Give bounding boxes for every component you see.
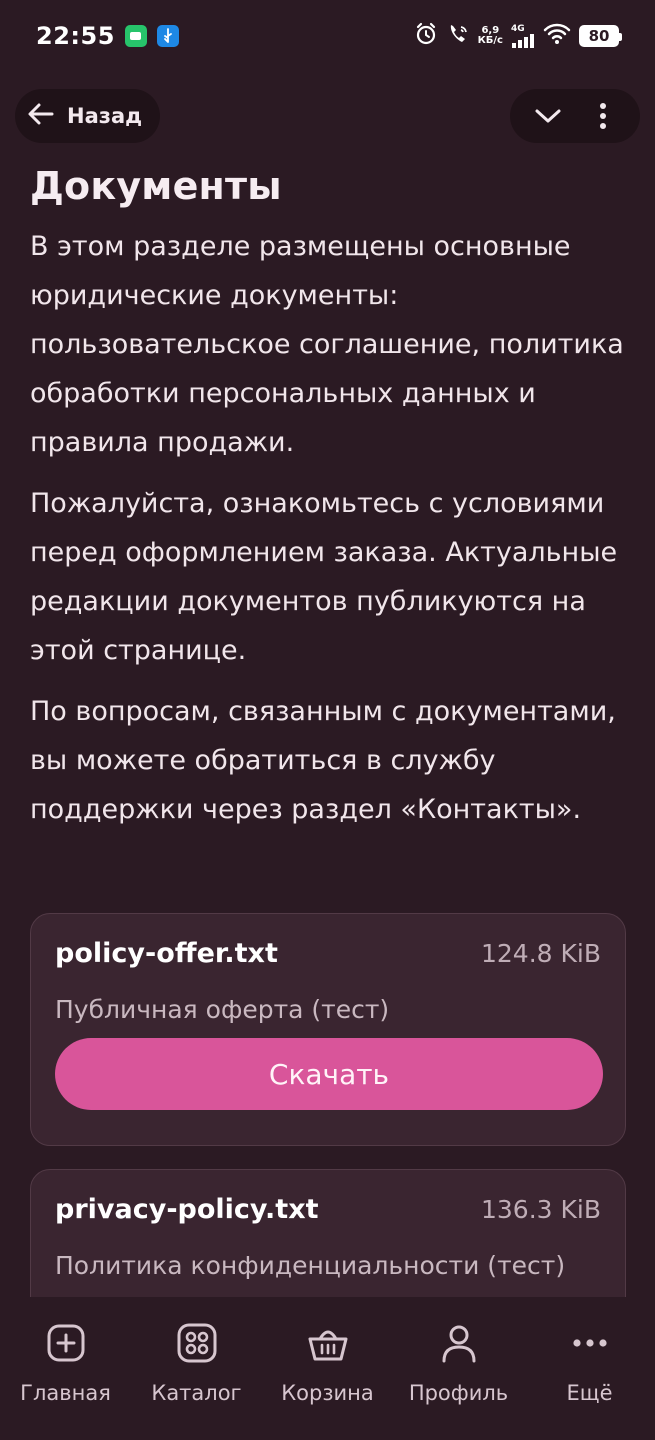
collapse-button[interactable] [523, 91, 573, 141]
status-time: 22:55 [36, 22, 115, 50]
document-file-name: policy-offer.txt [55, 938, 278, 969]
network-type: 4G [511, 24, 525, 34]
status-right: 6,9 КБ/с 4G 80 [414, 22, 622, 50]
document-header: privacy-policy.txt 136.3 KiB [55, 1194, 601, 1225]
battery-indicator: 80 [579, 25, 622, 47]
status-bar: 22:55 6,9 КБ/с 4G 80 [0, 0, 655, 72]
nav-item-more[interactable]: Ещё [530, 1321, 650, 1440]
net-speed-unit: КБ/с [477, 35, 503, 46]
nav-label-catalog: Каталог [151, 1381, 242, 1405]
alarm-icon [414, 22, 438, 50]
battery-saver-icon [124, 25, 147, 47]
nav-item-home[interactable]: Главная [6, 1321, 126, 1440]
plus-square-icon [44, 1321, 88, 1365]
top-actions [510, 89, 640, 143]
nav-label-more: Ещё [566, 1381, 613, 1405]
nav-label-cart: Корзина [281, 1381, 374, 1405]
net-speed: 6,9 КБ/с [478, 26, 503, 46]
more-vertical-icon [599, 103, 606, 129]
document-header: policy-offer.txt 124.8 KiB [55, 938, 601, 969]
download-button[interactable]: Скачать [55, 1038, 603, 1110]
document-file-name: privacy-policy.txt [55, 1194, 319, 1225]
arrow-left-icon [27, 100, 55, 132]
document-description: Политика конфиденциальности (тест) [55, 1251, 566, 1280]
nav-item-catalog[interactable]: Каталог [137, 1321, 257, 1440]
support-paragraph: По вопросам, связанным с документами, вы… [30, 696, 616, 825]
basket-icon [306, 1321, 350, 1365]
signal-bars-icon [512, 34, 534, 48]
nav-label-profile: Профиль [408, 1381, 509, 1405]
usb-icon [156, 25, 179, 47]
chevron-down-icon [535, 109, 560, 123]
nav-item-profile[interactable]: Профиль [399, 1321, 519, 1440]
document-file-size: 124.8 KiB [480, 939, 601, 968]
document-description: Публичная оферта (тест) [55, 995, 390, 1024]
cell-signal: 4G [511, 24, 535, 48]
person-icon [437, 1321, 481, 1365]
intro-paragraph: В этом разделе размещены основные юридич… [30, 231, 624, 458]
notice-paragraph: Пожалуйста, ознакомьтесь с условиями пер… [30, 488, 618, 666]
back-button[interactable]: Назад [15, 89, 160, 143]
wifi-icon [543, 23, 571, 49]
nav-item-cart[interactable]: Корзина [268, 1321, 388, 1440]
page-title: Документы [30, 164, 282, 208]
status-left: 22:55 [36, 22, 179, 50]
bottom-nav: Главная Каталог Корзина Профиль Ещё [0, 1297, 655, 1440]
more-horizontal-icon [568, 1321, 612, 1365]
wifi-call-icon [446, 22, 470, 50]
document-file-size: 136.3 KiB [480, 1195, 601, 1224]
back-label: Назад [67, 104, 143, 128]
page-content: Документы В этом разделе размещены основ… [30, 164, 630, 846]
grid-icon [175, 1321, 219, 1365]
more-menu-button[interactable] [578, 91, 628, 141]
nav-label-home: Главная [20, 1381, 111, 1405]
document-card: policy-offer.txt 124.8 KiB Публичная офе… [30, 913, 626, 1146]
